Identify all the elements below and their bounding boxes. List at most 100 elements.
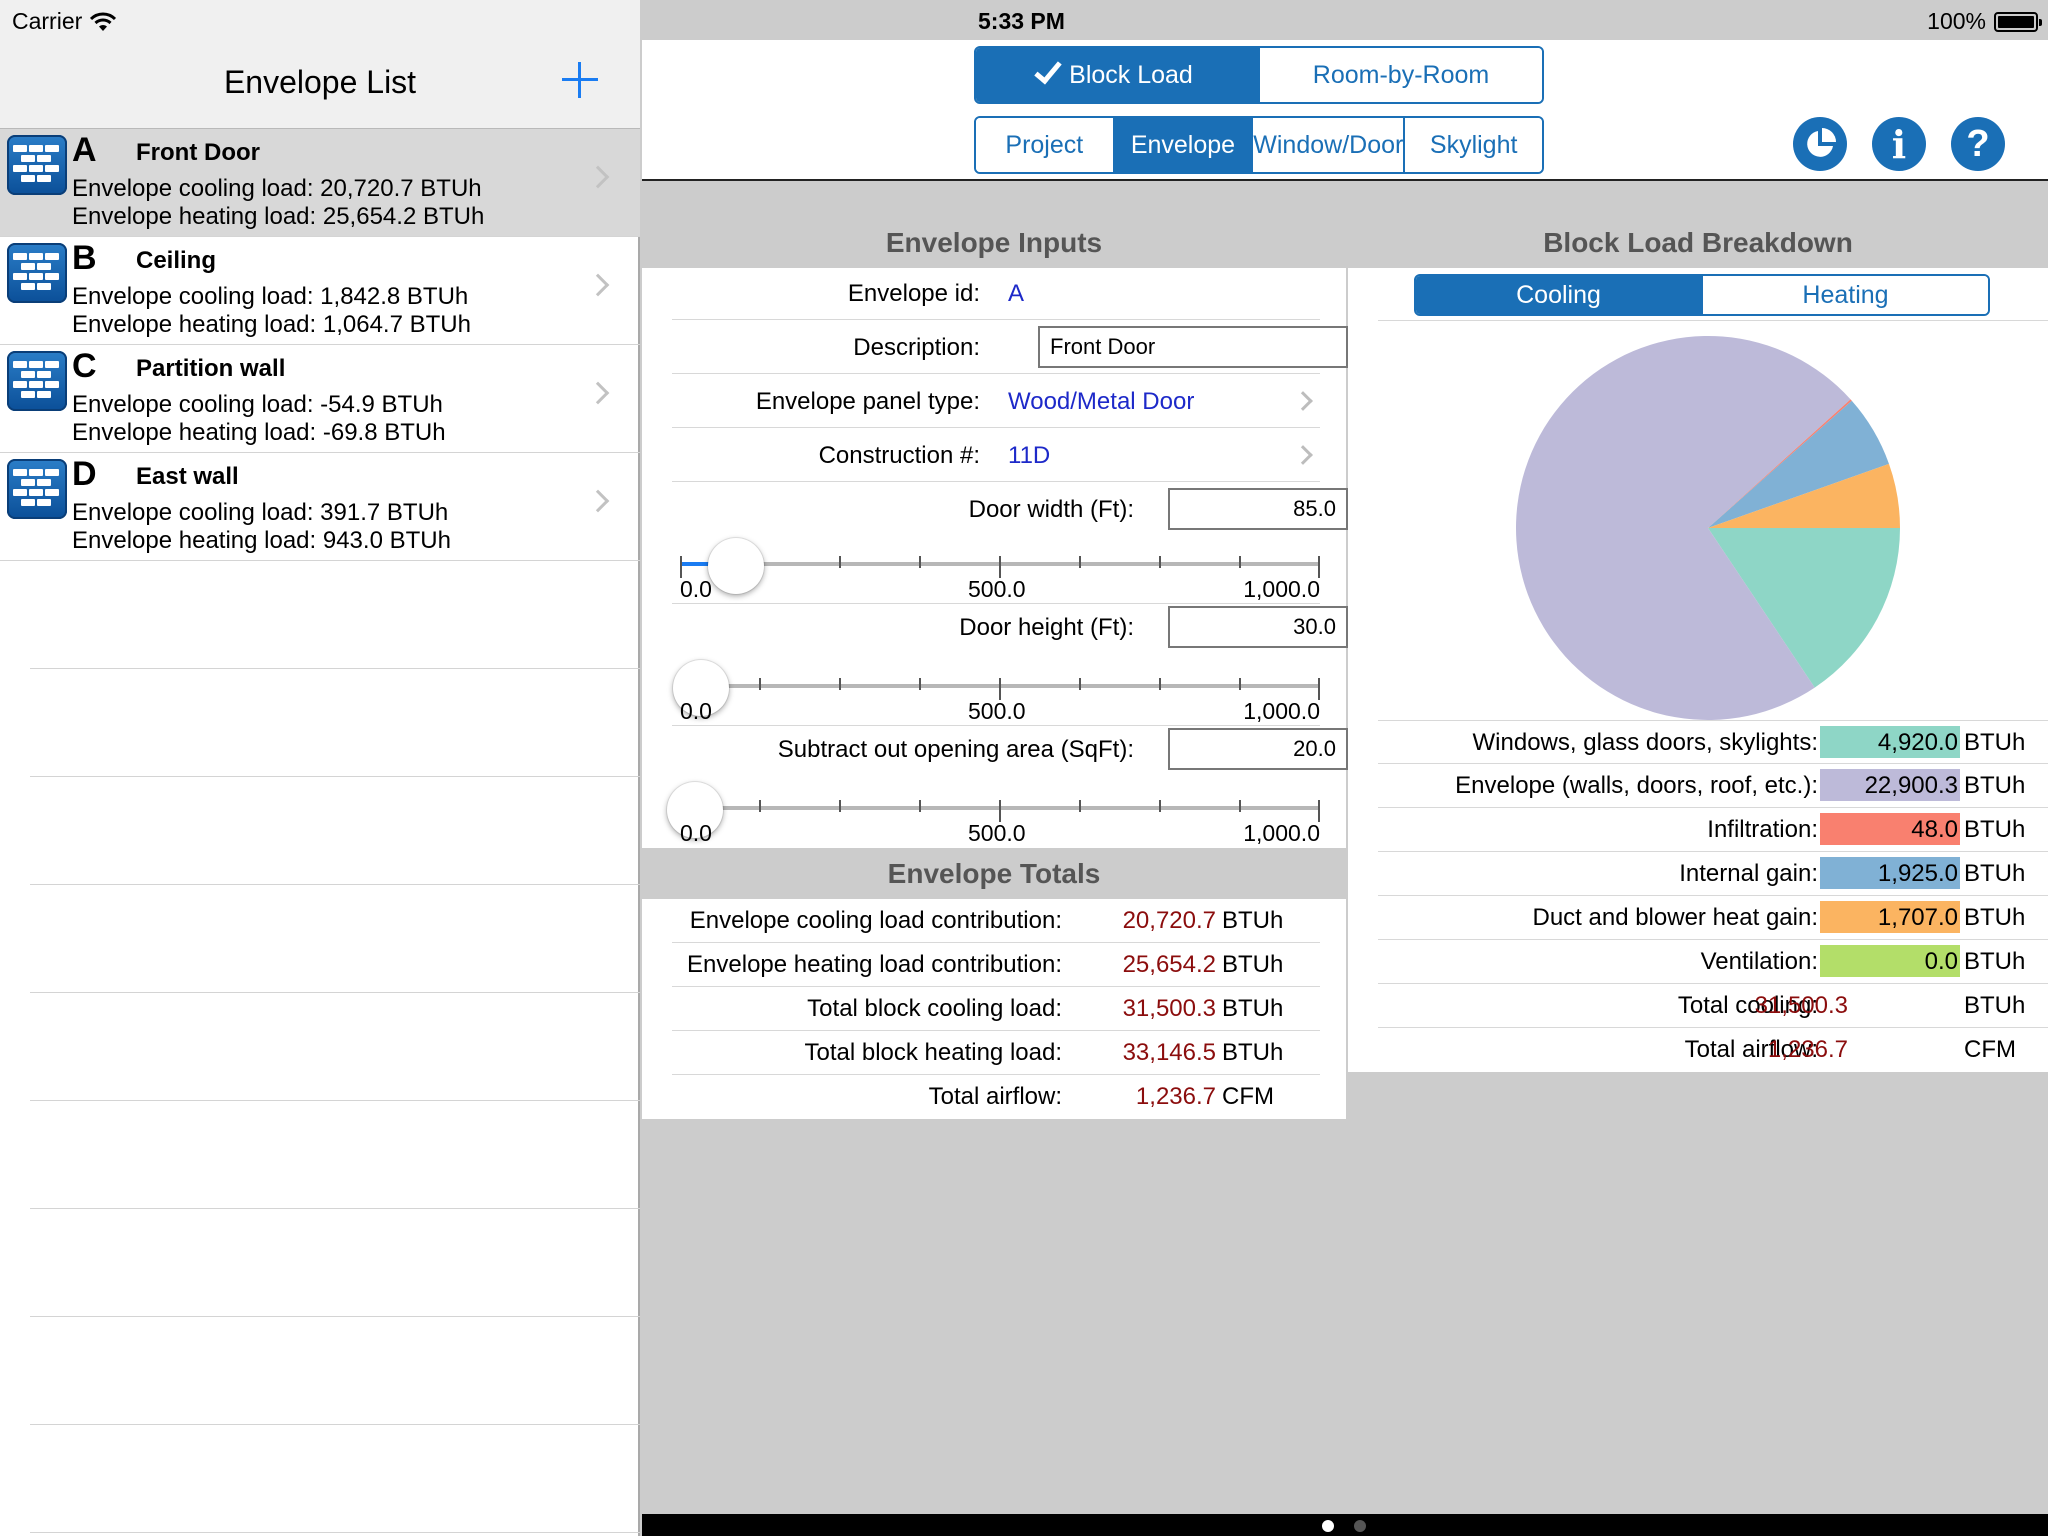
envelope-inputs-title: Envelope Inputs <box>885 227 1103 258</box>
total-cooling-unit: BTUh <box>1964 992 2026 1019</box>
tab-block-load[interactable]: Block Load <box>976 48 1258 102</box>
brick-shape <box>45 361 59 368</box>
status-time: 5:33 PM <box>978 8 1065 34</box>
description-input[interactable]: Front Door <box>1038 326 1348 368</box>
breakdown-label: Infiltration: <box>1707 816 1818 843</box>
panel-type-row[interactable]: Envelope panel type: Wood/Metal Door <box>672 374 1320 428</box>
brick-shape <box>13 273 27 280</box>
slider-tick <box>839 800 841 812</box>
empty-list-row <box>30 1317 640 1425</box>
breakdown-label: Envelope (walls, doors, roof, etc.): <box>1455 772 1818 799</box>
empty-list-row <box>30 561 640 669</box>
tab-project[interactable]: Project <box>976 118 1113 172</box>
chevron-right-icon <box>586 273 610 297</box>
breakdown-row: Envelope (walls, doors, roof, etc.): 22,… <box>1378 764 2048 808</box>
brick-shape <box>29 489 43 496</box>
door-height-input[interactable]: 30.0 <box>1168 606 1348 648</box>
envelope-list: A Front Door Envelope cooling load: 20,7… <box>0 129 640 1533</box>
info-icon: i <box>1891 121 1907 167</box>
tab-cooling[interactable]: Cooling <box>1416 276 1701 314</box>
breakdown-row: Duct and blower heat gain: 1,707.0 BTUh <box>1378 896 2048 940</box>
description-row: Description: Front Door <box>672 320 1348 374</box>
totals-label: Total block heating load: <box>804 1039 1062 1066</box>
tab-room-by-room[interactable]: Room-by-Room <box>1258 48 1542 102</box>
subtract-area-input[interactable]: 20.0 <box>1168 728 1348 770</box>
brick-shape <box>29 381 43 388</box>
construction-row[interactable]: Construction #: 11D <box>672 428 1320 482</box>
tab-skylight[interactable]: Skylight <box>1403 118 1542 172</box>
page-dot-active[interactable] <box>1322 1520 1334 1532</box>
totals-value: 31,500.3 <box>1122 995 1216 1022</box>
help-button[interactable]: ? <box>1951 117 2005 171</box>
envelope-item-a[interactable]: A Front Door Envelope cooling load: 20,7… <box>0 129 640 237</box>
envelope-list-header: Carrier Envelope List <box>0 0 640 129</box>
totals-row: Envelope heating load contribution: 25,6… <box>672 943 1320 987</box>
breakdown-label: Duct and blower heat gain: <box>1532 904 1818 931</box>
brick-shape <box>29 253 43 260</box>
slider-mid-label: 500.0 <box>968 576 1026 602</box>
brick-shape <box>21 371 35 378</box>
totals-row: Envelope cooling load contribution: 20,7… <box>672 899 1320 943</box>
carrier-label: Carrier <box>12 8 83 34</box>
total-cooling-value: 31,500.3 <box>1754 992 1848 1019</box>
page-dot[interactable] <box>1354 1520 1366 1532</box>
slider-thumb[interactable] <box>708 538 765 594</box>
tab-window-door[interactable]: Window/Door <box>1251 118 1404 172</box>
door-height-label: Door height (Ft): <box>959 614 1134 641</box>
slider-mid-label: 500.0 <box>968 820 1026 846</box>
door-height-slider[interactable]: 0.0 500.0 1,000.0 <box>673 652 1320 724</box>
breakdown-value-bar: 22,900.3 <box>1820 769 1960 801</box>
slider-tick <box>1318 800 1320 822</box>
chevron-right-icon <box>586 165 610 189</box>
brick-shape <box>21 175 35 182</box>
breakdown-unit: BTUh <box>1964 860 2026 887</box>
breakdown-label: Ventilation: <box>1700 948 1818 975</box>
envelope-item-d[interactable]: D East wall Envelope cooling load: 391.7… <box>0 453 640 561</box>
construction-label: Construction #: <box>818 442 980 469</box>
chevron-right-icon <box>1293 445 1313 465</box>
brick-shape <box>45 381 59 388</box>
slider-tick <box>1318 556 1320 578</box>
breakdown-value-bar: 4,920.0 <box>1820 726 1960 758</box>
brick-shape <box>21 391 35 398</box>
info-button[interactable]: i <box>1872 117 1926 171</box>
slider-max-label: 1,000.0 <box>1243 698 1320 724</box>
slider-tick <box>1159 556 1161 568</box>
brick-wall-icon <box>7 351 67 411</box>
tab-heating[interactable]: Heating <box>1701 276 1988 314</box>
brick-shape <box>37 283 51 290</box>
chevron-right-icon <box>586 381 610 405</box>
tab-room-by-room-label: Room-by-Room <box>1312 60 1490 89</box>
pie-chart-button[interactable] <box>1793 117 1847 171</box>
slider-tick <box>1079 678 1081 690</box>
brick-shape <box>45 145 59 152</box>
breakdown-unit: BTUh <box>1964 772 2026 799</box>
envelope-heating-load: Envelope heating load: 1,064.7 BTUh <box>72 311 471 338</box>
empty-list-row <box>30 669 640 777</box>
door-width-slider[interactable]: 0.0 500.0 1,000.0 <box>680 530 1320 602</box>
top-toolbar: Block Load Room-by-Room Project Envelope… <box>642 40 2048 181</box>
subtract-area-label: Subtract out opening area (SqFt): <box>777 736 1134 763</box>
brick-shape <box>45 273 59 280</box>
brick-shape <box>13 145 27 152</box>
total-airflow-value: 1,236.7 <box>1767 1036 1848 1063</box>
brick-shape <box>21 263 35 270</box>
envelope-item-b[interactable]: B Ceiling Envelope cooling load: 1,842.8… <box>0 237 640 345</box>
slider-tick <box>759 800 761 812</box>
tab-block-load-label: Block Load <box>1069 60 1193 89</box>
slider-max-label: 1,000.0 <box>1243 576 1320 602</box>
totals-label: Envelope cooling load contribution: <box>689 907 1062 934</box>
empty-list-row <box>30 1101 640 1209</box>
help-icon: ? <box>1966 122 1990 165</box>
envelope-id-value: A <box>1008 280 1025 307</box>
empty-list-row <box>30 777 640 885</box>
slider-min-label: 0.0 <box>680 698 712 724</box>
tab-envelope[interactable]: Envelope <box>1112 118 1252 172</box>
envelope-item-c[interactable]: C Partition wall Envelope cooling load: … <box>0 345 640 453</box>
totals-row: Total block heating load: 33,146.5 BTUh <box>672 1031 1320 1075</box>
envelope-totals-title: Envelope Totals <box>887 858 1101 889</box>
subtract-area-slider[interactable]: 0.0 500.0 1,000.0 <box>666 774 1320 846</box>
brick-wall-icon <box>7 243 67 303</box>
add-envelope-button[interactable] <box>560 60 600 100</box>
door-width-input[interactable]: 85.0 <box>1168 488 1348 530</box>
